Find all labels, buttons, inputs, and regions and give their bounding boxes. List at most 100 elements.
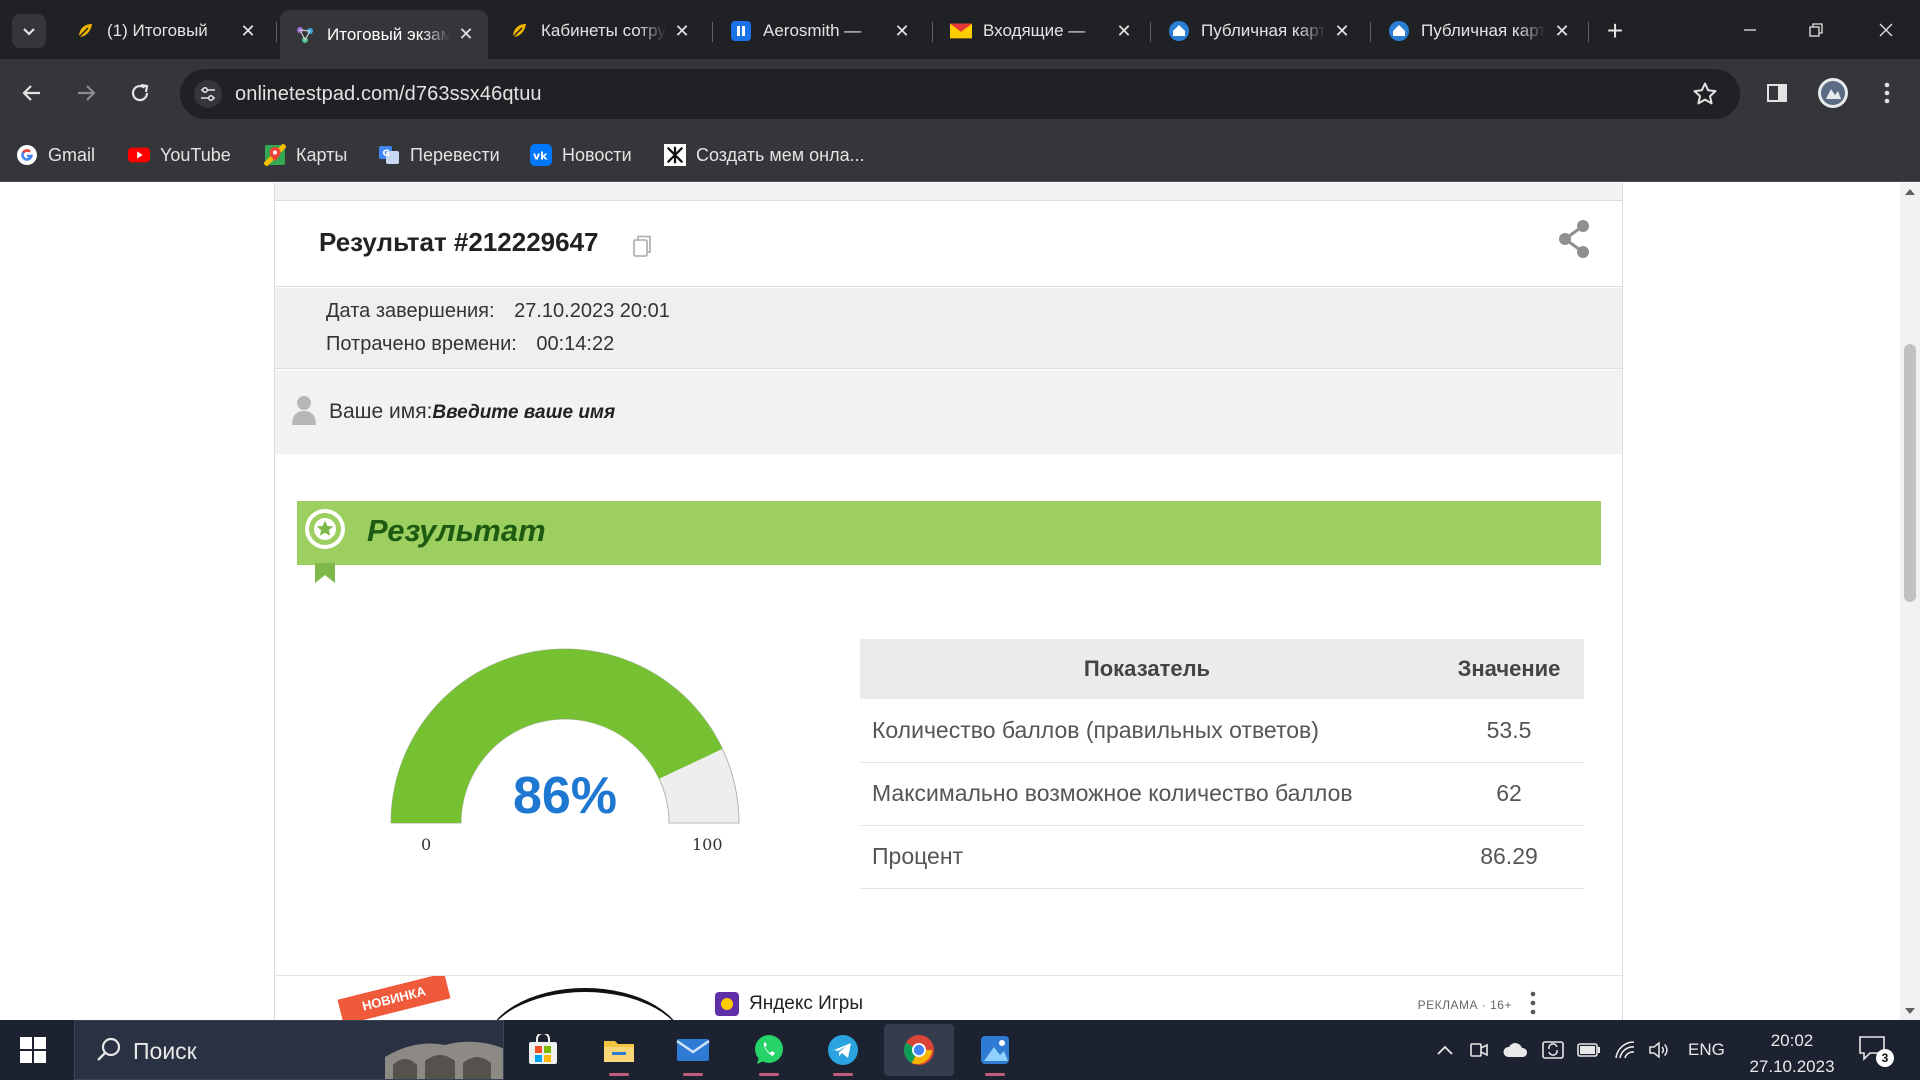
tab-divider: [932, 22, 933, 42]
scroll-up-arrow[interactable]: [1905, 189, 1915, 195]
home-icon: [1168, 20, 1190, 42]
tray-onedrive[interactable]: [1502, 1038, 1528, 1062]
completion-date-label: Дата завершения:: [326, 300, 495, 322]
notification-count: 3: [1876, 1049, 1894, 1067]
award-ribbon-icon: [305, 509, 345, 583]
google-icon: [16, 144, 38, 166]
cloud-icon: [1503, 1043, 1528, 1057]
tab-kabinety[interactable]: Кабинеты сотрудников ✕: [494, 10, 704, 52]
close-tab-icon[interactable]: ✕: [672, 21, 692, 41]
minimize-button[interactable]: [1720, 10, 1780, 50]
tray-overflow-button[interactable]: [1432, 1038, 1458, 1062]
bookmark-translate[interactable]: G Перевести: [378, 141, 500, 169]
notification-center-button[interactable]: 3: [1858, 1035, 1894, 1067]
name-input[interactable]: Введите ваше имя: [432, 402, 615, 423]
more-vert-icon[interactable]: [1530, 990, 1536, 1016]
tab-aerosmith[interactable]: Aerosmith — ✕: [716, 10, 924, 52]
molecule-icon: [294, 24, 316, 46]
browser-menu-button[interactable]: [1870, 76, 1904, 110]
tab-search-button[interactable]: [12, 14, 46, 48]
table-row: Максимально возможное количество баллов …: [860, 762, 1584, 826]
tab-divider: [1150, 22, 1151, 42]
taskbar-whatsapp[interactable]: [734, 1024, 804, 1076]
bookmark-gmail[interactable]: Gmail: [16, 141, 95, 169]
url-text: onlinetestpad.com/d763ssx46qtuu: [235, 83, 542, 105]
bookmark-maps[interactable]: Карты: [264, 141, 347, 169]
scrollbar-thumb[interactable]: [1904, 344, 1916, 602]
new-tab-button[interactable]: +: [1598, 14, 1632, 48]
bookmark-label: Gmail: [48, 144, 96, 165]
taskbar-telegram[interactable]: [808, 1024, 878, 1076]
name-row: Ваше имя:Введите ваше имя: [275, 370, 1622, 454]
tray-battery[interactable]: [1576, 1038, 1602, 1062]
close-tab-icon[interactable]: ✕: [1114, 21, 1134, 41]
close-tab-icon[interactable]: ✕: [892, 21, 912, 41]
page-scrollbar[interactable]: [1900, 183, 1920, 1020]
close-tab-icon[interactable]: ✕: [1332, 21, 1352, 41]
pause-icon: [730, 20, 752, 42]
restore-button[interactable]: [1786, 10, 1846, 50]
tab-itogovy-exam[interactable]: Итоговый экзамен ✕: [280, 10, 488, 59]
ad-block[interactable]: НОВИНКА Яндекс Игры РЕКЛАМА · 16+: [275, 975, 1622, 1020]
address-bar[interactable]: onlinetestpad.com/d763ssx46qtuu: [180, 69, 1740, 119]
page-viewport: Результат #212229647 Дата завершения: 27…: [0, 183, 1900, 1020]
close-tab-icon[interactable]: ✕: [456, 24, 476, 45]
person-icon: [292, 396, 316, 425]
bookmark-label: Карты: [296, 144, 348, 165]
row-value: 53.5: [1434, 699, 1584, 763]
taskbar-store[interactable]: [508, 1024, 578, 1076]
bookmark-news[interactable]: vk Новости: [530, 141, 632, 169]
arrow-right-icon: [78, 85, 96, 101]
battery-icon: [1577, 1043, 1600, 1057]
tab-title: Кабинеты сотрудников: [541, 21, 666, 40]
tab-itogovy-1[interactable]: (1) Итоговый ✕: [60, 10, 270, 52]
tab-public-map-1[interactable]: Публичная карта ✕: [1154, 10, 1364, 52]
volume-icon: [1649, 1041, 1668, 1059]
table-row: Количество баллов (правильных ответов) 5…: [860, 699, 1584, 763]
completion-date-value: 27.10.2023 20:01: [514, 300, 670, 322]
forward-button[interactable]: [66, 73, 106, 113]
tray-clock[interactable]: 20:02 27.10.2023: [1742, 1028, 1842, 1080]
browser-toolbar: onlinetestpad.com/d763ssx46qtuu: [0, 59, 1920, 128]
tab-inbox[interactable]: Входящие — ✕: [936, 10, 1146, 52]
taskbar-file-explorer[interactable]: [584, 1024, 654, 1076]
back-button[interactable]: [12, 73, 52, 113]
tray-wifi[interactable]: [1612, 1038, 1638, 1062]
taskbar-paint[interactable]: [960, 1024, 1030, 1076]
time-spent-row: Потрачено времени: 00:14:22: [326, 333, 614, 356]
bookmark-meme[interactable]: Создать мем онла...: [664, 141, 865, 169]
mail-icon: [950, 20, 972, 42]
taskbar-chrome[interactable]: [884, 1024, 954, 1076]
close-window-button[interactable]: [1856, 10, 1916, 50]
taskbar-mail[interactable]: [658, 1024, 728, 1076]
profile-button[interactable]: [1816, 76, 1850, 110]
side-panel-button[interactable]: [1760, 76, 1794, 110]
tray-volume[interactable]: [1646, 1038, 1672, 1062]
taskbar-search-box[interactable]: Поиск: [74, 1020, 504, 1080]
file-explorer-icon: [604, 1041, 634, 1062]
tray-meet[interactable]: [1466, 1038, 1492, 1062]
tab-divider: [276, 22, 277, 42]
tab-public-map-2[interactable]: Публичная карта ✕: [1374, 10, 1584, 52]
site-info-button[interactable]: [194, 80, 222, 108]
taskbar-search-placeholder: Поиск: [133, 1038, 197, 1064]
close-tab-icon[interactable]: ✕: [238, 21, 258, 41]
bookmarks-bar: Gmail YouTube Карты G Перевести vk Новос…: [0, 128, 1920, 182]
ad-image: [485, 988, 685, 1020]
tab-title: Публичная карта: [1201, 21, 1326, 40]
reload-button[interactable]: [120, 73, 160, 113]
row-indicator: Количество баллов (правильных ответов): [860, 699, 1434, 763]
windows-start-icon[interactable]: [18, 1035, 48, 1065]
svg-text:vk: vk: [533, 150, 548, 163]
tray-sync[interactable]: [1540, 1038, 1566, 1062]
home-icon: [1388, 20, 1410, 42]
bookmark-star-icon[interactable]: [1692, 81, 1718, 107]
bookmark-youtube[interactable]: YouTube: [128, 141, 231, 169]
tray-language[interactable]: ENG: [1688, 1040, 1725, 1060]
close-tab-icon[interactable]: ✕: [1552, 21, 1572, 41]
share-icon[interactable]: [1556, 219, 1592, 259]
maps-icon: [264, 144, 286, 166]
scroll-down-arrow[interactable]: [1905, 1008, 1915, 1014]
copy-icon[interactable]: [631, 234, 653, 258]
browser-tab-strip: (1) Итоговый ✕ Итоговый экзамен ✕ Кабине…: [0, 0, 1920, 59]
